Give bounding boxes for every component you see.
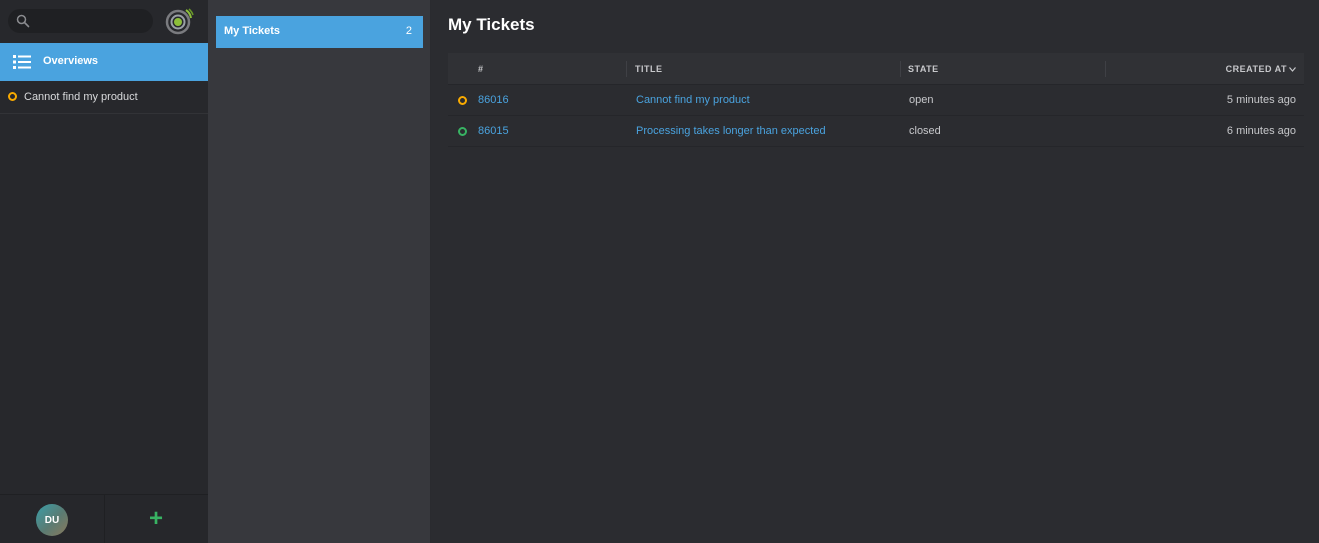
status-open-icon (8, 92, 17, 101)
overview-item-count: 2 (405, 25, 412, 37)
avatar[interactable]: DU (36, 504, 68, 536)
tickets-table: # TITLE STATE CREATED AT 86016 Cannot fi… (448, 53, 1304, 147)
avatar-initials: DU (44, 514, 60, 526)
column-divider[interactable] (1105, 61, 1106, 77)
status-closed-icon (458, 127, 467, 136)
list-icon (13, 55, 31, 69)
app-window: Overviews Cannot find my product DU + My… (0, 0, 1319, 543)
add-button[interactable]: + (143, 506, 169, 532)
column-divider[interactable] (900, 61, 901, 77)
ticket-title-link[interactable]: Cannot find my product (636, 94, 750, 106)
left-navigation: Overviews Cannot find my product DU + (0, 0, 208, 543)
table-header: # TITLE STATE CREATED AT (448, 53, 1304, 85)
table-row[interactable]: 86015 Processing takes longer than expec… (448, 116, 1304, 147)
nav-footer: DU + (0, 494, 208, 543)
search-icon (16, 14, 30, 28)
app-logo-icon[interactable] (164, 6, 194, 36)
main-content: My Tickets # TITLE STATE CREATED AT 8601… (432, 0, 1319, 543)
nav-footer-divider (104, 495, 105, 543)
ticket-state: closed (909, 125, 941, 137)
overview-list: My Tickets 2 (208, 0, 431, 543)
nav-header (0, 0, 208, 42)
ticket-title-link[interactable]: Processing takes longer than expected (636, 125, 826, 137)
ticket-created-at: 5 minutes ago (1226, 94, 1296, 106)
page-title: My Tickets (448, 15, 535, 34)
table-row[interactable]: 86016 Cannot find my product open 5 minu… (448, 85, 1304, 116)
ticket-number-link[interactable]: 86015 (478, 125, 509, 137)
status-open-icon (458, 96, 467, 105)
search-box[interactable] (8, 9, 153, 33)
plus-icon: + (148, 505, 163, 532)
nav-recent-ticket-label: Cannot find my product (24, 91, 138, 103)
nav-recent-ticket[interactable]: Cannot find my product (0, 82, 208, 114)
ticket-created-at: 6 minutes ago (1226, 125, 1296, 137)
column-header-created[interactable]: CREATED AT (1226, 64, 1287, 74)
column-header-state[interactable]: STATE (908, 64, 939, 74)
ticket-state: open (909, 94, 934, 106)
column-header-number[interactable]: # (478, 64, 484, 74)
nav-item-overviews[interactable]: Overviews (0, 43, 208, 81)
column-header-title[interactable]: TITLE (635, 64, 663, 74)
overview-item-label: My Tickets (224, 25, 281, 37)
search-input[interactable] (34, 9, 149, 33)
sort-desc-icon[interactable] (1289, 67, 1296, 72)
ticket-number-link[interactable]: 86016 (478, 94, 509, 106)
nav-item-overviews-label: Overviews (43, 55, 99, 67)
overview-item-my-tickets[interactable]: My Tickets 2 (216, 16, 423, 48)
column-divider[interactable] (626, 61, 627, 77)
